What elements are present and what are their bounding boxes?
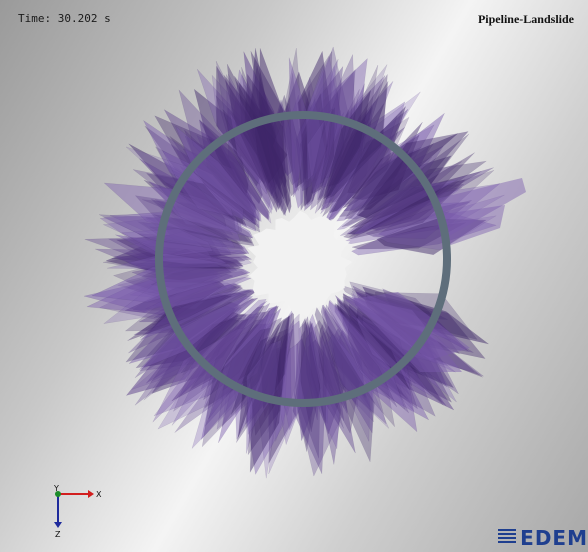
logo-text: EDEM <box>520 526 588 548</box>
x-axis-arrowhead <box>88 490 94 498</box>
edem-logo: EDEM <box>498 526 588 548</box>
z-axis-label: Z <box>55 530 61 539</box>
y-axis-label: Y <box>53 484 59 493</box>
x-axis-label: X <box>96 490 102 499</box>
axis-triad: Y X Z <box>53 484 102 539</box>
simulation-viewport[interactable]: Time: 30.202 s Pipeline-Landslide Y X Z … <box>0 0 588 552</box>
z-axis-arrowhead <box>54 522 62 528</box>
particle-scene[interactable] <box>0 0 588 552</box>
logo-stripes-icon <box>498 529 517 545</box>
